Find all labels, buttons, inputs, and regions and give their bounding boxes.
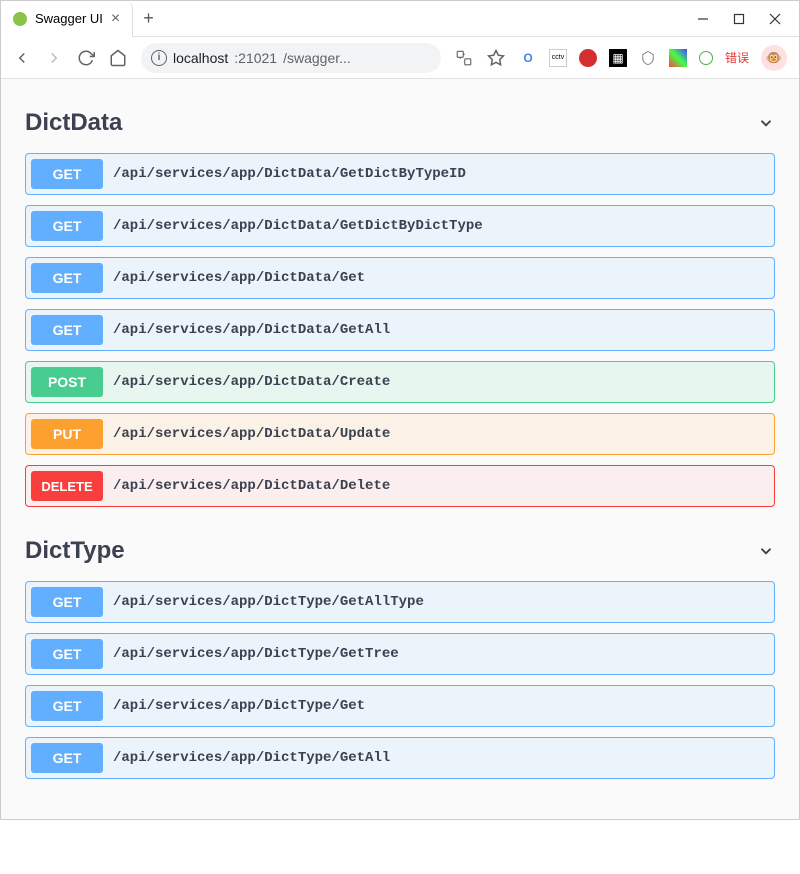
method-badge: GET bbox=[31, 691, 103, 721]
endpoint-path: /api/services/app/DictData/GetAll bbox=[103, 322, 390, 338]
titlebar: Swagger UI × + bbox=[1, 1, 799, 37]
home-button[interactable] bbox=[109, 49, 127, 67]
address-bar: i localhost :21021/swagger... O cctv ▦ 错误… bbox=[1, 37, 799, 79]
browser-tab[interactable]: Swagger UI × bbox=[1, 1, 133, 37]
tag-section-dicttype: DictType GET/api/services/app/DictType/G… bbox=[25, 527, 775, 779]
close-tab-icon[interactable]: × bbox=[111, 10, 120, 28]
endpoint-path: /api/services/app/DictData/GetDictByDict… bbox=[103, 218, 483, 234]
tag-header-dictdata[interactable]: DictData bbox=[25, 99, 775, 147]
error-badge[interactable]: 错误 bbox=[725, 49, 749, 66]
tag-section-dictdata: DictData GET/api/services/app/DictData/G… bbox=[25, 99, 775, 507]
endpoint-row[interactable]: DELETE/api/services/app/DictData/Delete bbox=[25, 465, 775, 507]
favicon-icon bbox=[13, 12, 27, 26]
ext-icon-4[interactable]: ▦ bbox=[609, 49, 627, 67]
url-input[interactable]: i localhost :21021/swagger... bbox=[141, 43, 441, 73]
endpoint-path: /api/services/app/DictData/GetDictByType… bbox=[103, 166, 466, 182]
tag-title: DictData bbox=[25, 109, 122, 137]
site-info-icon[interactable]: i bbox=[151, 50, 167, 66]
url-port: :21021 bbox=[234, 50, 277, 66]
browser-window: Swagger UI × + i localhost :21021/swagger… bbox=[0, 0, 800, 820]
close-window-button[interactable] bbox=[769, 13, 781, 25]
ext-icon-6[interactable] bbox=[669, 49, 687, 67]
forward-button[interactable] bbox=[45, 49, 63, 67]
method-badge: GET bbox=[31, 587, 103, 617]
endpoint-path: /api/services/app/DictData/Create bbox=[103, 374, 390, 390]
endpoint-row[interactable]: POST/api/services/app/DictData/Create bbox=[25, 361, 775, 403]
reload-button[interactable] bbox=[77, 49, 95, 67]
endpoint-row[interactable]: GET/api/services/app/DictType/GetAllType bbox=[25, 581, 775, 623]
endpoint-row[interactable]: PUT/api/services/app/DictData/Update bbox=[25, 413, 775, 455]
minimize-button[interactable] bbox=[697, 13, 709, 25]
endpoint-path: /api/services/app/DictData/Update bbox=[103, 426, 390, 442]
ext-icon-2[interactable]: cctv bbox=[549, 49, 567, 67]
ext-icon-3[interactable] bbox=[579, 49, 597, 67]
method-badge: GET bbox=[31, 315, 103, 345]
url-path: /swagger... bbox=[283, 50, 351, 66]
method-badge: GET bbox=[31, 743, 103, 773]
window-controls bbox=[697, 13, 799, 25]
method-badge: GET bbox=[31, 263, 103, 293]
ext-icon-5[interactable] bbox=[639, 49, 657, 67]
maximize-button[interactable] bbox=[733, 13, 745, 25]
endpoint-row[interactable]: GET/api/services/app/DictType/Get bbox=[25, 685, 775, 727]
endpoint-path: /api/services/app/DictType/GetTree bbox=[103, 646, 399, 662]
endpoint-row[interactable]: GET/api/services/app/DictData/Get bbox=[25, 257, 775, 299]
url-host: localhost bbox=[173, 50, 228, 66]
back-button[interactable] bbox=[13, 49, 31, 67]
endpoints-list: GET/api/services/app/DictData/GetDictByT… bbox=[25, 153, 775, 507]
ext-icon-1[interactable]: O bbox=[519, 49, 537, 67]
tag-header-dicttype[interactable]: DictType bbox=[25, 527, 775, 575]
method-badge: PUT bbox=[31, 419, 103, 449]
endpoint-path: /api/services/app/DictType/GetAllType bbox=[103, 594, 424, 610]
tab-title: Swagger UI bbox=[35, 11, 103, 26]
endpoint-path: /api/services/app/DictData/Delete bbox=[103, 478, 390, 494]
endpoint-row[interactable]: GET/api/services/app/DictType/GetTree bbox=[25, 633, 775, 675]
chevron-down-icon bbox=[757, 114, 775, 132]
endpoint-path: /api/services/app/DictType/Get bbox=[103, 698, 365, 714]
new-tab-button[interactable]: + bbox=[133, 8, 164, 29]
method-badge: DELETE bbox=[31, 471, 103, 501]
ext-icon-7[interactable] bbox=[699, 51, 713, 65]
endpoint-path: /api/services/app/DictData/Get bbox=[103, 270, 365, 286]
method-badge: GET bbox=[31, 211, 103, 241]
swagger-content: DictData GET/api/services/app/DictData/G… bbox=[1, 79, 799, 819]
method-badge: POST bbox=[31, 367, 103, 397]
tag-title: DictType bbox=[25, 537, 125, 565]
translate-icon[interactable] bbox=[455, 49, 473, 67]
chevron-down-icon bbox=[757, 542, 775, 560]
extension-icons: O cctv ▦ 错误 🐵 bbox=[519, 45, 787, 71]
endpoints-list: GET/api/services/app/DictType/GetAllType… bbox=[25, 581, 775, 779]
profile-avatar[interactable]: 🐵 bbox=[761, 45, 787, 71]
endpoint-row[interactable]: GET/api/services/app/DictData/GetDictByT… bbox=[25, 153, 775, 195]
endpoint-row[interactable]: GET/api/services/app/DictType/GetAll bbox=[25, 737, 775, 779]
endpoint-path: /api/services/app/DictType/GetAll bbox=[103, 750, 390, 766]
bookmark-icon[interactable] bbox=[487, 49, 505, 67]
endpoint-row[interactable]: GET/api/services/app/DictData/GetDictByD… bbox=[25, 205, 775, 247]
method-badge: GET bbox=[31, 639, 103, 669]
endpoint-row[interactable]: GET/api/services/app/DictData/GetAll bbox=[25, 309, 775, 351]
method-badge: GET bbox=[31, 159, 103, 189]
